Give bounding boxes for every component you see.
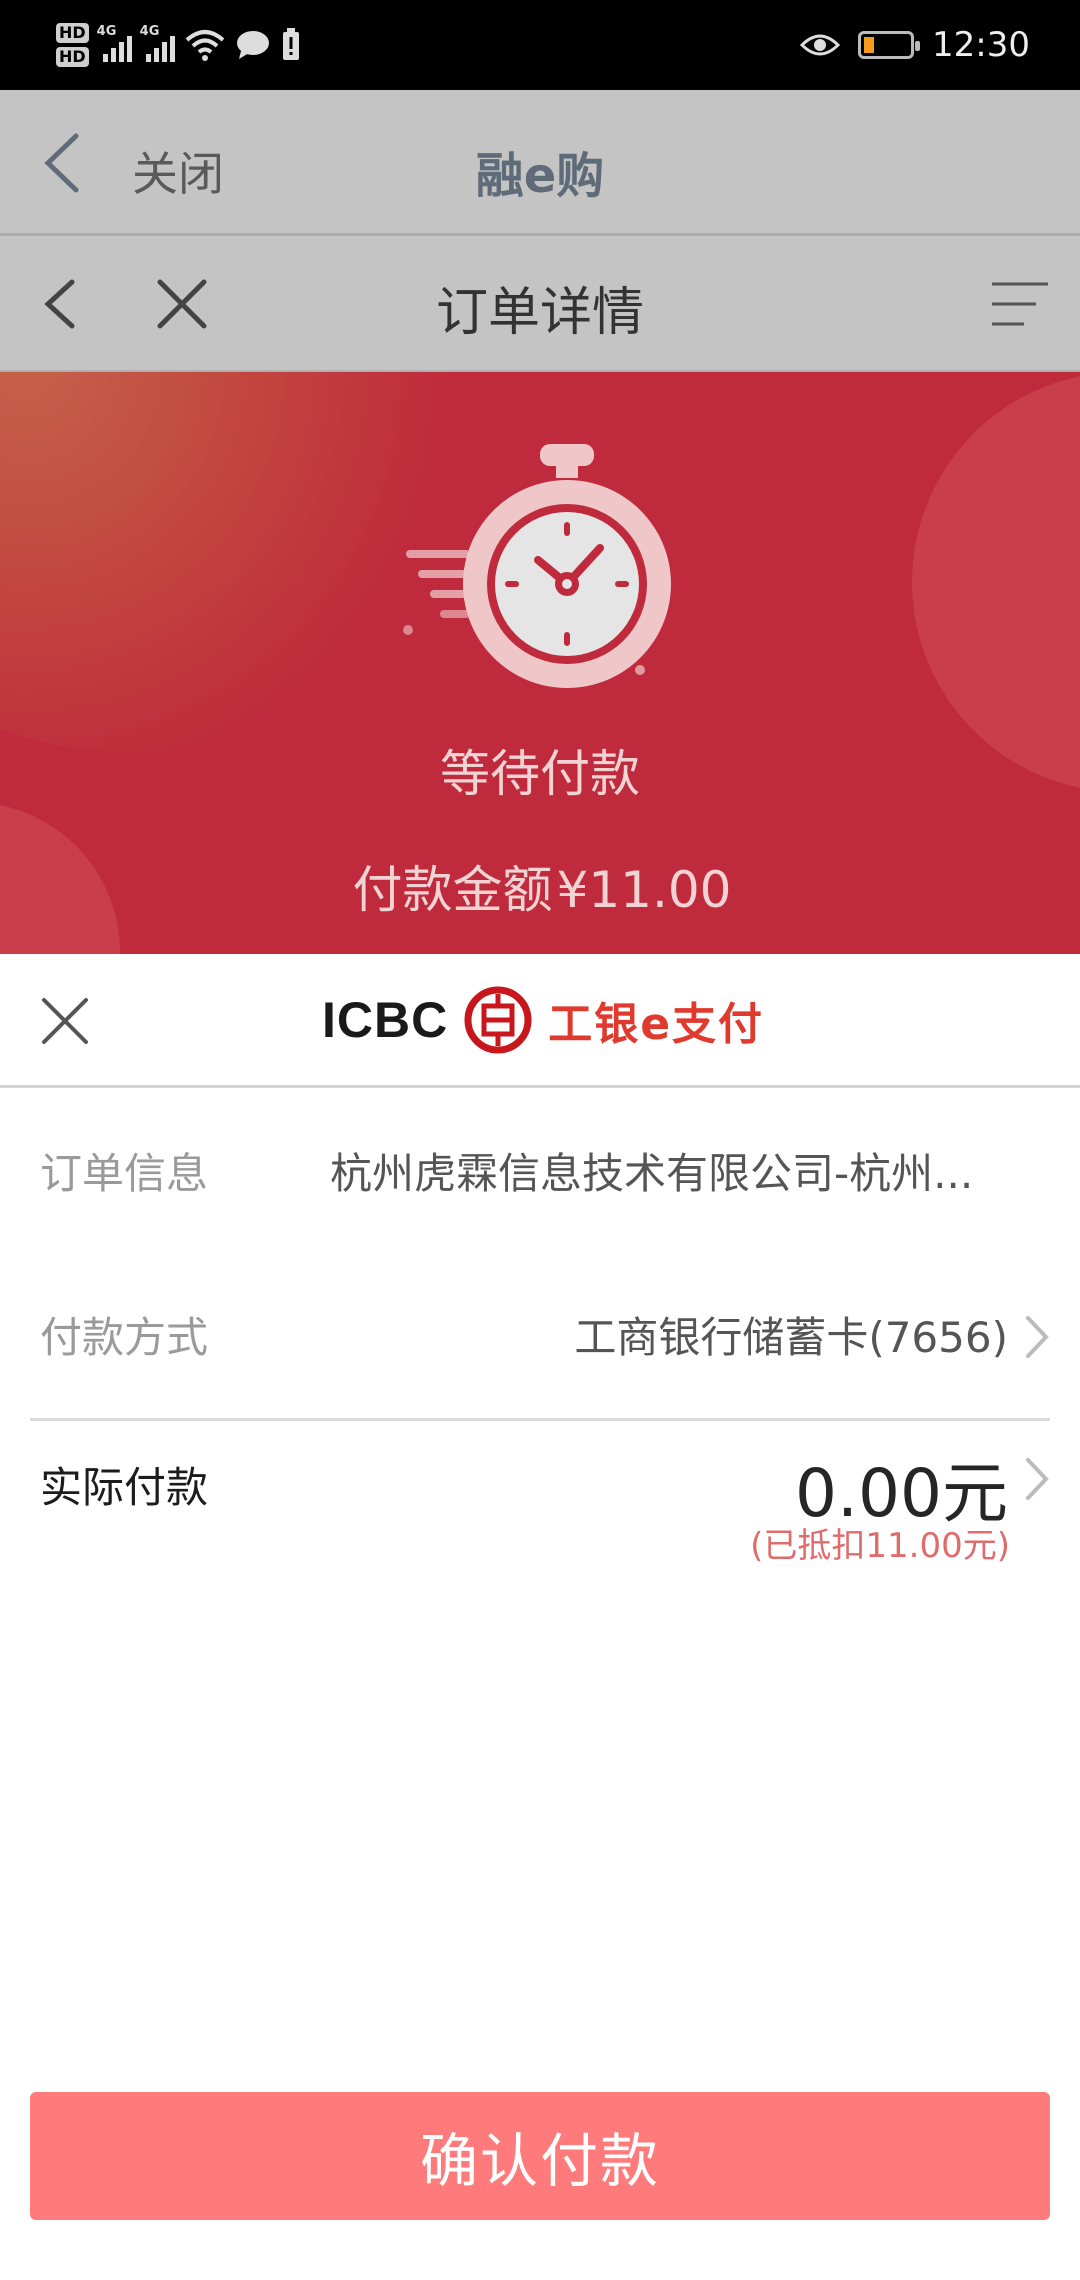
battery-alert-icon <box>282 28 299 60</box>
payment-method-label: 付款方式 <box>40 1313 209 1362</box>
actual-payment-label: 实际付款 <box>40 1463 209 1512</box>
signal-icon-2: 4G <box>140 24 175 62</box>
payment-method-value: 工商银行储蓄卡(7656) <box>574 1313 1008 1362</box>
icbc-epay-logo: ICBC 工银e支付 <box>322 984 764 1056</box>
status-right: 12:30 <box>800 14 1030 76</box>
app-title: 融e购 <box>475 148 605 204</box>
chevron-right-icon <box>1026 1316 1049 1358</box>
hd-icon: HD HD <box>56 23 89 67</box>
page-nav-bar: 订单详情 <box>0 236 1080 372</box>
status-bar: HD HD 4G 4G 12:30 <box>0 0 1080 90</box>
wifi-icon <box>185 30 224 61</box>
order-info-value: 杭州虎霖信息技术有限公司-杭州... <box>330 1149 974 1198</box>
order-info-label: 订单信息 <box>40 1149 209 1198</box>
network-type-1: 4G <box>96 24 117 39</box>
status-left: HD HD 4G 4G <box>56 14 301 76</box>
epay-service-name: 工银e支付 <box>548 999 765 1050</box>
clock: 12:30 <box>932 25 1030 65</box>
chevron-right-icon <box>1026 1458 1049 1500</box>
close-icon[interactable] <box>40 996 90 1046</box>
menu-icon[interactable] <box>986 276 1054 332</box>
payment-amount-label: 付款金额 <box>352 861 553 919</box>
battery-icon <box>858 31 921 59</box>
payment-method-row[interactable]: 付款方式 工商银行储蓄卡(7656) <box>0 1304 1080 1384</box>
confirm-payment-button[interactable]: 确认付款 <box>30 2092 1050 2220</box>
payment-sheet-header: ICBC 工银e支付 <box>0 954 1080 1088</box>
stopwatch-icon <box>403 444 671 688</box>
deduction-note: (已抵扣11.00元) <box>750 1526 1010 1566</box>
signal-icon: 4G <box>97 24 132 62</box>
decorative-circle <box>912 372 1080 792</box>
divider <box>30 1418 1050 1421</box>
eye-icon <box>800 34 841 56</box>
payment-amount: 付款金额¥11.00 <box>0 850 1080 922</box>
order-status-text: 等待付款 <box>440 745 640 803</box>
order-status-banner: 等待付款 付款金额¥11.00 <box>0 372 1080 954</box>
order-info-row: 订单信息 杭州虎霖信息技术有限公司-杭州... <box>0 1140 1080 1220</box>
icbc-emblem-icon <box>464 986 532 1054</box>
hd-label-2: HD <box>56 47 89 67</box>
network-type-2: 4G <box>139 24 160 39</box>
hd-label-1: HD <box>56 23 89 43</box>
icbc-wordmark: ICBC <box>322 992 449 1048</box>
actual-payment-row[interactable]: 实际付款 0.00元 (已抵扣11.00元) <box>0 1440 1080 1580</box>
message-icon <box>236 31 269 59</box>
payment-amount-value: ¥11.00 <box>556 861 732 919</box>
battery-level <box>864 37 875 53</box>
app-nav-bar: 关闭 融e购 <box>0 90 1080 236</box>
page-title: 订单详情 <box>435 283 644 343</box>
